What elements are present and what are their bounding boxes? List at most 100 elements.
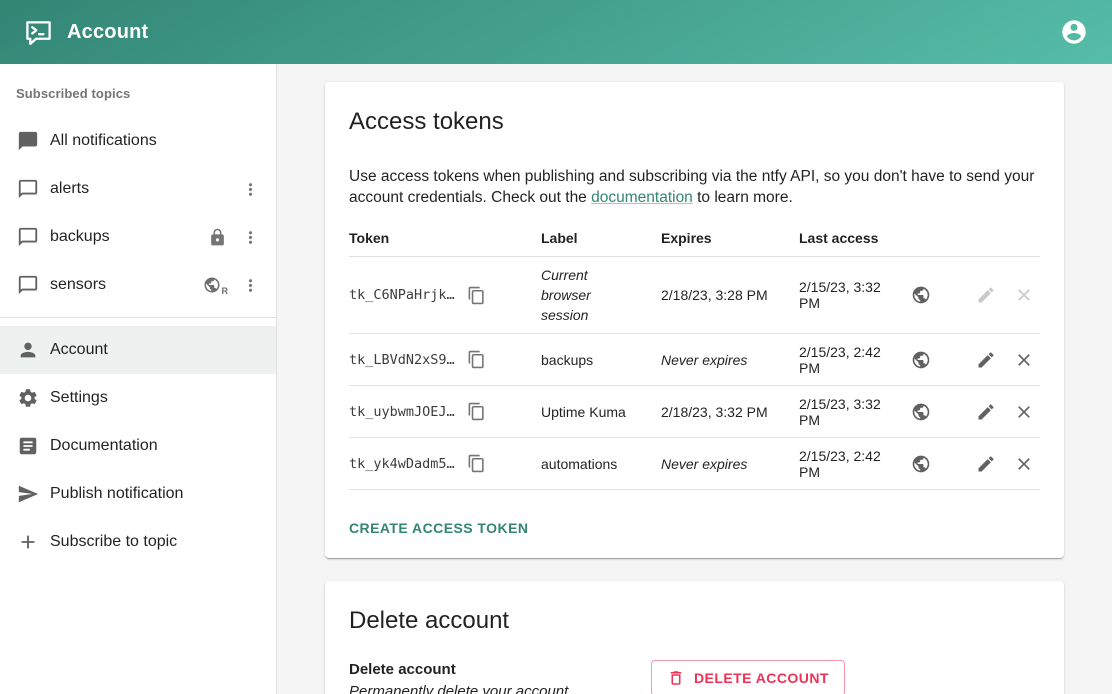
pencil-icon <box>976 402 996 422</box>
copy-token-button[interactable] <box>465 348 488 371</box>
globe-icon <box>911 402 931 422</box>
main-content: Access tokens Use access tokens when pub… <box>277 64 1112 694</box>
copy-token-button[interactable] <box>465 400 488 423</box>
token-value: tk_uybwmJOEJ… <box>349 404 455 420</box>
sidebar-item-subscribe-to-topic[interactable]: Subscribe to topic <box>0 518 276 566</box>
token-last-access: 2/15/23, 2:42 PM <box>799 344 902 376</box>
col-header-expires: Expires <box>661 222 799 256</box>
delete-account-button-label: DELETE ACCOUNT <box>694 670 829 686</box>
gear-icon <box>16 386 40 410</box>
chat-outline-icon <box>16 273 40 297</box>
delete-account-label: Delete account <box>349 659 651 681</box>
sidebar-topic-sensors[interactable]: sensors R <box>0 261 276 309</box>
edit-token-button[interactable] <box>974 283 998 307</box>
token-value: tk_yk4wDadm5… <box>349 456 455 472</box>
sidebar-topic-all-notifications[interactable]: All notifications <box>0 117 276 165</box>
topic-label: backups <box>50 228 110 246</box>
nav-label: Subscribe to topic <box>50 533 177 551</box>
subscribed-topics-subheader: Subscribed topics <box>0 80 276 117</box>
delete-account-title: Delete account <box>349 607 1040 635</box>
token-label: automations <box>541 446 661 482</box>
token-value: tk_LBVdN2xS9… <box>349 352 455 368</box>
tokens-table-header: Token Label Expires Last access <box>349 222 1040 257</box>
globe-subscript: R <box>222 286 229 296</box>
token-expires: 2/18/23, 3:28 PM <box>661 279 799 311</box>
person-icon <box>16 338 40 362</box>
documentation-link[interactable]: documentation <box>591 189 693 206</box>
account-menu-button[interactable] <box>1060 17 1090 47</box>
token-last-access: 2/15/23, 3:32 PM <box>799 279 902 311</box>
sidebar: Subscribed topics All notifications aler… <box>0 64 277 694</box>
token-table-row: tk_yk4wDadm5… automations Never expires … <box>349 438 1040 490</box>
topic-menu-button[interactable] <box>236 271 264 299</box>
send-icon <box>16 482 40 506</box>
delete-token-button[interactable] <box>1012 348 1036 372</box>
pencil-icon <box>976 454 996 474</box>
token-last-access: 2/15/23, 3:32 PM <box>799 396 902 428</box>
create-access-token-button[interactable]: CREATE ACCESS TOKEN <box>349 516 528 540</box>
topic-menu-button[interactable] <box>236 223 264 251</box>
chat-outline-icon <box>16 225 40 249</box>
pencil-icon <box>976 350 996 370</box>
sidebar-item-settings[interactable]: Settings <box>0 374 276 422</box>
copy-token-button[interactable] <box>465 452 488 475</box>
token-label: Current browser session <box>541 257 661 333</box>
sidebar-topic-alerts[interactable]: alerts <box>0 165 276 213</box>
access-tokens-card: Access tokens Use access tokens when pub… <box>325 82 1064 558</box>
plus-icon <box>16 530 40 554</box>
tokens-table: Token Label Expires Last access tk_C6NPa… <box>349 222 1040 490</box>
app-header: Account <box>0 0 1112 64</box>
copy-icon <box>467 402 486 421</box>
copy-token-button[interactable] <box>465 284 488 307</box>
nav-label: Account <box>50 341 108 359</box>
sidebar-item-account[interactable]: Account <box>0 326 276 374</box>
sidebar-topic-backups[interactable]: backups <box>0 213 276 261</box>
copy-icon <box>467 286 486 305</box>
delete-token-button[interactable] <box>1012 283 1036 307</box>
token-label: Uptime Kuma <box>541 394 661 430</box>
ntfy-logo-icon <box>24 18 53 47</box>
trash-icon <box>667 669 685 687</box>
chat-outline-icon <box>16 177 40 201</box>
sidebar-item-publish-notification[interactable]: Publish notification <box>0 470 276 518</box>
token-expires: 2/18/23, 3:32 PM <box>661 396 799 428</box>
token-expires: Never expires <box>661 344 799 376</box>
sidebar-item-documentation[interactable]: Documentation <box>0 422 276 470</box>
sidebar-divider <box>0 317 276 318</box>
page-title: Account <box>67 21 148 44</box>
nav-label: Settings <box>50 389 108 407</box>
token-value: tk_C6NPaHrjk… <box>349 287 455 303</box>
token-expires: Never expires <box>661 448 799 480</box>
col-header-token: Token <box>349 222 541 256</box>
close-icon <box>1014 402 1034 422</box>
more-vert-icon <box>241 276 260 295</box>
globe-icon <box>911 454 931 474</box>
col-header-last-access: Last access <box>799 222 955 256</box>
delete-account-card: Delete account Delete account Permanentl… <box>325 581 1064 694</box>
close-icon <box>1014 285 1034 305</box>
topic-menu-button[interactable] <box>236 175 264 203</box>
access-tokens-description: Use access tokens when publishing and su… <box>349 166 1040 208</box>
copy-icon <box>467 454 486 473</box>
chat-filled-icon <box>16 129 40 153</box>
nav-label: Publish notification <box>50 485 183 503</box>
access-tokens-title: Access tokens <box>349 108 1040 136</box>
delete-token-button[interactable] <box>1012 452 1036 476</box>
pencil-icon <box>976 285 996 305</box>
more-vert-icon <box>241 228 260 247</box>
topic-label: alerts <box>50 180 89 198</box>
edit-token-button[interactable] <box>974 452 998 476</box>
nav-label: Documentation <box>50 437 158 455</box>
edit-token-button[interactable] <box>974 400 998 424</box>
article-icon <box>16 434 40 458</box>
topic-label: sensors <box>50 276 106 294</box>
edit-token-button[interactable] <box>974 348 998 372</box>
more-vert-icon <box>241 180 260 199</box>
delete-token-button[interactable] <box>1012 400 1036 424</box>
token-table-row: tk_LBVdN2xS9… backups Never expires 2/15… <box>349 334 1040 386</box>
lock-icon <box>206 226 228 248</box>
globe-read-only-icon: R <box>203 276 229 294</box>
col-header-label: Label <box>541 222 661 256</box>
delete-account-button[interactable]: DELETE ACCOUNT <box>651 660 845 694</box>
close-icon <box>1014 350 1034 370</box>
